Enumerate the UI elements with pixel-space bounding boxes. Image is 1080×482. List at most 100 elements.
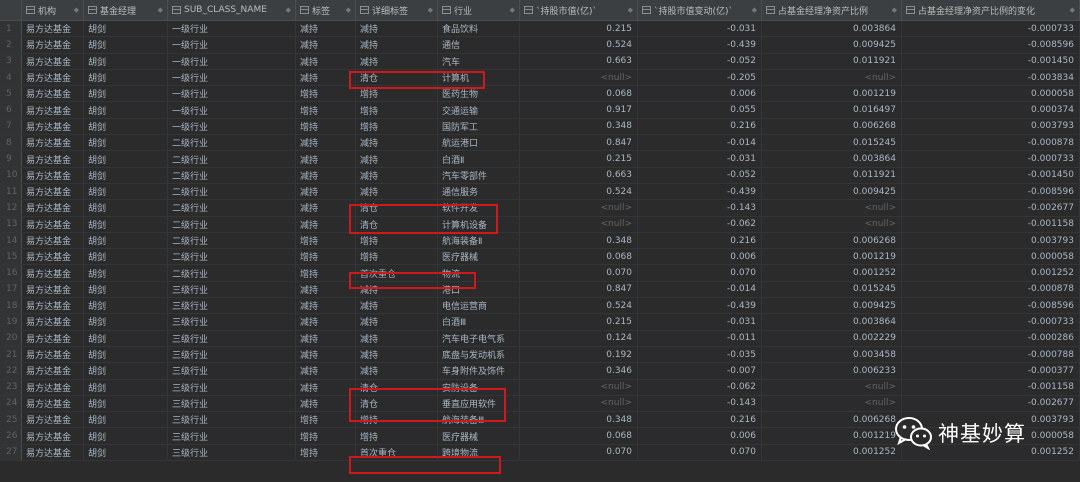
- table-cell[interactable]: 减持: [356, 314, 438, 330]
- table-cell[interactable]: 一级行业: [168, 118, 296, 135]
- table-cell[interactable]: 通信服务: [438, 183, 520, 200]
- table-cell[interactable]: 0.016497: [762, 102, 902, 118]
- table-cell[interactable]: -0.143: [638, 200, 762, 216]
- table-cell[interactable]: 航运港口: [438, 135, 520, 151]
- table-cell[interactable]: 电信运营商: [438, 298, 520, 314]
- table-cell[interactable]: 安防设备: [438, 379, 520, 395]
- table-cell[interactable]: 三级行业: [168, 395, 296, 412]
- table-cell[interactable]: 二级行业: [168, 216, 296, 232]
- table-cell[interactable]: 胡剑: [84, 330, 168, 346]
- table-cell[interactable]: 一级行业: [168, 37, 296, 53]
- table-cell[interactable]: 0.009425: [762, 298, 902, 314]
- table-cell[interactable]: 胡剑: [84, 363, 168, 379]
- column-header[interactable]: `持股市值(亿)` ◆: [520, 0, 638, 20]
- table-cell[interactable]: -0.000733: [902, 21, 1080, 37]
- table-cell[interactable]: -0.035: [638, 346, 762, 363]
- table-cell[interactable]: 物流: [438, 265, 520, 281]
- table-cell[interactable]: 0.524: [520, 183, 638, 200]
- table-cell[interactable]: 清仓: [356, 200, 438, 216]
- table-cell[interactable]: 减持: [356, 151, 438, 167]
- table-cell[interactable]: 易方达基金: [22, 37, 84, 53]
- table-cell[interactable]: 胡剑: [84, 53, 168, 69]
- table-cell[interactable]: 白酒Ⅱ: [438, 151, 520, 167]
- table-cell[interactable]: -0.002677: [902, 200, 1080, 216]
- table-cell[interactable]: 0.003793: [902, 118, 1080, 135]
- table-cell[interactable]: 胡剑: [84, 265, 168, 281]
- table-cell[interactable]: 清仓: [356, 379, 438, 395]
- table-cell[interactable]: 胡剑: [84, 37, 168, 53]
- table-cell[interactable]: 0.001252: [902, 265, 1080, 281]
- table-cell[interactable]: 二级行业: [168, 183, 296, 200]
- sort-icon[interactable]: ◆: [1070, 6, 1075, 14]
- table-row[interactable]: 18 易方达基金 胡剑 三级行业 减持 减持 电信运营商 0.524 -0.439 0.00942…: [0, 298, 1080, 315]
- table-cell[interactable]: 三级行业: [168, 379, 296, 395]
- table-cell[interactable]: 胡剑: [84, 200, 168, 216]
- table-cell[interactable]: 易方达基金: [22, 183, 84, 200]
- column-header[interactable]: 行业 ◆: [438, 0, 520, 20]
- table-cell[interactable]: 增持: [356, 102, 438, 118]
- table-cell[interactable]: 车身附件及饰件: [438, 363, 520, 379]
- table-cell[interactable]: 清仓: [356, 69, 438, 86]
- table-cell[interactable]: 二级行业: [168, 265, 296, 281]
- table-cell[interactable]: 医疗器械: [438, 428, 520, 444]
- table-cell[interactable]: -0.000788: [902, 346, 1080, 363]
- table-cell[interactable]: -0.439: [638, 183, 762, 200]
- table-cell[interactable]: 0.006233: [762, 363, 902, 379]
- table-cell[interactable]: -0.001158: [902, 216, 1080, 232]
- table-cell[interactable]: 清仓: [356, 395, 438, 412]
- table-cell[interactable]: 0.524: [520, 298, 638, 314]
- table-row[interactable]: 5 易方达基金 胡剑 一级行业 增持 增持 医药生物 0.068 0.006 0.001219 0.…: [0, 86, 1080, 103]
- table-cell[interactable]: 减持: [296, 298, 356, 314]
- table-cell[interactable]: -0.007: [638, 363, 762, 379]
- table-cell[interactable]: 易方达基金: [22, 21, 84, 37]
- table-cell[interactable]: 0.068: [520, 428, 638, 444]
- table-cell[interactable]: 易方达基金: [22, 330, 84, 346]
- table-cell[interactable]: 医疗器械: [438, 249, 520, 265]
- table-cell[interactable]: 增持: [356, 428, 438, 444]
- table-cell[interactable]: 0.006: [638, 86, 762, 102]
- table-cell[interactable]: 减持: [296, 346, 356, 363]
- table-cell[interactable]: 0.009425: [762, 183, 902, 200]
- table-cell[interactable]: 0.124: [520, 330, 638, 346]
- table-cell[interactable]: 胡剑: [84, 232, 168, 249]
- table-cell[interactable]: -0.003834: [902, 69, 1080, 86]
- table-cell[interactable]: 增持: [296, 428, 356, 444]
- table-cell[interactable]: -0.031: [638, 314, 762, 330]
- table-cell[interactable]: 0.015245: [762, 135, 902, 151]
- table-cell[interactable]: 三级行业: [168, 363, 296, 379]
- table-cell[interactable]: 三级行业: [168, 330, 296, 346]
- table-row[interactable]: 14 易方达基金 胡剑 二级行业 增持 增持 航海装备Ⅱ 0.348 0.216 0.006268…: [0, 232, 1080, 250]
- table-cell[interactable]: 减持: [356, 346, 438, 363]
- table-cell[interactable]: 减持: [356, 330, 438, 346]
- table-cell[interactable]: 减持: [296, 379, 356, 395]
- column-header[interactable]: 详细标签 ◆: [356, 0, 438, 20]
- table-cell[interactable]: -0.000878: [902, 281, 1080, 298]
- table-cell[interactable]: -0.052: [638, 53, 762, 69]
- table-cell[interactable]: 0.000374: [902, 102, 1080, 118]
- column-header[interactable]: 标签 ◆: [296, 0, 356, 20]
- table-cell[interactable]: 减持: [296, 183, 356, 200]
- table-cell[interactable]: 0.000058: [902, 86, 1080, 102]
- table-cell[interactable]: 国防军工: [438, 118, 520, 135]
- table-cell[interactable]: 0.070: [520, 444, 638, 461]
- table-cell[interactable]: 胡剑: [84, 428, 168, 444]
- table-row[interactable]: 21 易方达基金 胡剑 三级行业 减持 减持 底盘与发动机系 0.192 -0.035 0.003…: [0, 346, 1080, 364]
- table-cell[interactable]: 增持: [296, 265, 356, 281]
- table-cell[interactable]: 0.011921: [762, 53, 902, 69]
- table-cell[interactable]: 0.068: [520, 249, 638, 265]
- table-cell[interactable]: 减持: [296, 363, 356, 379]
- table-row[interactable]: 24 易方达基金 胡剑 三级行业 减持 清仓 垂直应用软件 <null> -0.143 <null…: [0, 395, 1080, 413]
- table-cell[interactable]: 易方达基金: [22, 69, 84, 86]
- table-cell[interactable]: 易方达基金: [22, 346, 84, 363]
- table-row[interactable]: 4 易方达基金 胡剑 一级行业 减持 清仓 计算机 <null> -0.205 <null> -0.…: [0, 69, 1080, 87]
- table-cell[interactable]: <null>: [520, 200, 638, 216]
- table-cell[interactable]: 增持: [356, 118, 438, 135]
- table-cell[interactable]: 0.070: [638, 265, 762, 281]
- sort-icon[interactable]: ◆: [752, 6, 757, 14]
- table-cell[interactable]: 增持: [356, 412, 438, 428]
- sort-icon[interactable]: ◆: [158, 6, 163, 14]
- table-cell[interactable]: 交通运输: [438, 102, 520, 118]
- table-cell[interactable]: 减持: [296, 135, 356, 151]
- table-cell[interactable]: 0.663: [520, 167, 638, 183]
- table-cell[interactable]: 胡剑: [84, 444, 168, 461]
